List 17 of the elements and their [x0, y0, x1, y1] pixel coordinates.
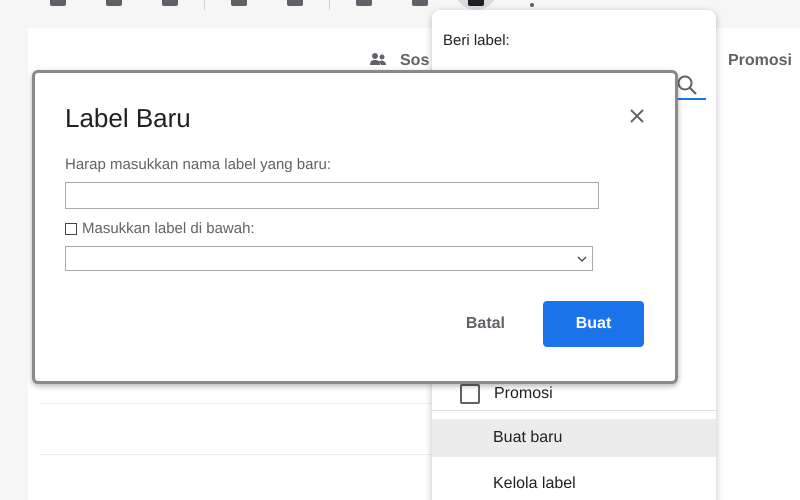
create-button[interactable]: Buat — [543, 301, 644, 347]
checkbox-label: Masukkan label di bawah: — [82, 220, 255, 237]
tab[interactable]: Promosi — [728, 52, 792, 98]
input-field[interactable] — [65, 182, 599, 209]
menu-title: Beri label: — [442, 31, 511, 49]
cancel-button[interactable]: Batal — [454, 301, 517, 347]
label-option[interactable]: Promosi — [494, 385, 553, 403]
search-icon — [677, 74, 697, 94]
people-icon — [370, 52, 386, 66]
field-label: Harap masukkan nama label yang baru: — [65, 156, 332, 173]
chevron-icon — [577, 256, 587, 262]
menu-item[interactable]: Kelola label — [432, 465, 716, 500]
close-button[interactable] — [629, 108, 645, 124]
tab[interactable]: Sos — [370, 52, 430, 98]
checkbox[interactable] — [65, 222, 77, 234]
dialog-title: Label Baru — [65, 103, 191, 134]
menu-item[interactable]: Buat baru — [432, 419, 716, 457]
